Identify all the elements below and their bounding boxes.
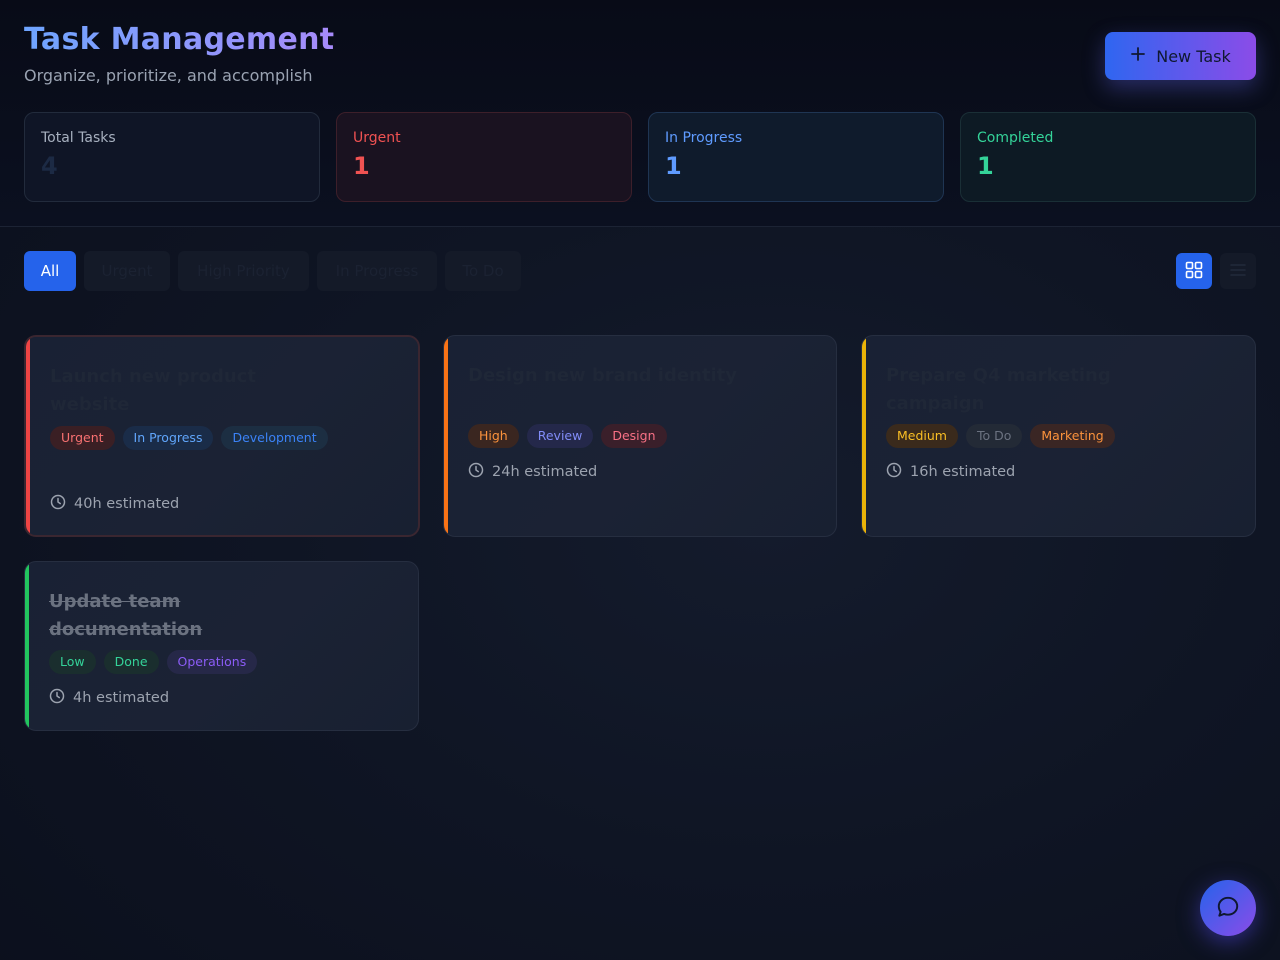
priority-stripe xyxy=(26,337,30,535)
task-title: Design new brand identity xyxy=(468,365,737,386)
clock-icon xyxy=(886,462,902,482)
category-badge: Operations xyxy=(166,650,258,674)
list-view-button[interactable] xyxy=(1220,253,1256,289)
stat-value: 1 xyxy=(353,152,370,180)
priority-stripe xyxy=(862,336,866,536)
estimate-text: 40h estimated xyxy=(74,496,180,512)
task-card[interactable]: Design new brand identity High Review De… xyxy=(443,335,837,537)
estimate-text: 24h estimated xyxy=(492,464,598,480)
stat-label: Completed xyxy=(977,130,1054,146)
task-estimate: 4h estimated xyxy=(49,688,169,708)
clock-icon xyxy=(49,688,65,708)
page-header: Task Management Organize, prioritize, an… xyxy=(0,0,1280,227)
category-badge: Marketing xyxy=(1030,424,1115,448)
priority-badge: Urgent xyxy=(50,426,115,450)
new-task-label: New Task xyxy=(1156,46,1231,66)
stat-label: Total Tasks xyxy=(41,130,116,146)
chat-button[interactable] xyxy=(1200,880,1256,936)
stat-value: 1 xyxy=(977,152,994,180)
grid-icon xyxy=(1185,261,1203,282)
task-title: Update team documentation xyxy=(49,591,203,640)
estimate-text: 4h estimated xyxy=(73,690,170,706)
stat-card-total: Total Tasks 4 xyxy=(24,112,320,202)
priority-stripe xyxy=(444,336,448,536)
status-badge: Done xyxy=(103,650,159,674)
task-card[interactable]: Update team documentation Low Done Opera… xyxy=(24,561,419,731)
task-tags: High Review Design xyxy=(468,424,798,448)
page-subtitle: Organize, prioritize, and accomplish xyxy=(24,66,313,85)
stat-value: 4 xyxy=(41,152,58,180)
new-task-button[interactable]: New Task xyxy=(1105,32,1256,80)
stat-card-urgent: Urgent 1 xyxy=(336,112,632,202)
priority-badge: High xyxy=(468,424,519,448)
task-tags: Medium To Do Marketing xyxy=(886,424,1216,448)
status-badge: Review xyxy=(526,424,594,448)
task-tags: Low Done Operations xyxy=(49,650,379,674)
filter-high-priority[interactable]: High Priority xyxy=(178,251,309,291)
task-title: Launch new product website xyxy=(50,366,257,415)
task-tags: Urgent In Progress Development xyxy=(50,426,380,450)
task-card[interactable]: Prepare Q4 marketing campaign Medium To … xyxy=(861,335,1256,537)
task-card[interactable]: Launch new product website Urgent In Pro… xyxy=(24,335,420,537)
priority-badge: Low xyxy=(49,650,96,674)
estimate-text: 16h estimated xyxy=(910,464,1016,480)
list-icon xyxy=(1229,261,1247,282)
task-title: Prepare Q4 marketing campaign xyxy=(886,365,1111,414)
task-estimate: 16h estimated xyxy=(886,462,1015,482)
stat-label: In Progress xyxy=(665,130,743,146)
plus-icon xyxy=(1130,45,1146,67)
filter-all[interactable]: All xyxy=(24,251,76,291)
filter-to-do[interactable]: To Do xyxy=(445,251,521,291)
task-estimate: 24h estimated xyxy=(468,462,597,482)
page-title: Task Management xyxy=(24,22,335,57)
stat-card-completed: Completed 1 xyxy=(960,112,1256,202)
status-badge: To Do xyxy=(965,424,1023,448)
clock-icon xyxy=(468,462,484,482)
clock-icon xyxy=(50,494,66,514)
category-badge: Design xyxy=(601,424,667,448)
filter-in-progress[interactable]: In Progress xyxy=(317,251,437,291)
filter-urgent[interactable]: Urgent xyxy=(84,251,170,291)
priority-badge: Medium xyxy=(886,424,958,448)
category-badge: Development xyxy=(221,426,328,450)
task-estimate: 40h estimated xyxy=(50,494,179,514)
stat-label: Urgent xyxy=(353,130,401,146)
stat-card-in-progress: In Progress 1 xyxy=(648,112,944,202)
grid-view-button[interactable] xyxy=(1176,253,1212,289)
stat-value: 1 xyxy=(665,152,682,180)
priority-stripe xyxy=(25,562,29,730)
status-badge: In Progress xyxy=(122,426,214,450)
chat-icon xyxy=(1215,894,1241,923)
